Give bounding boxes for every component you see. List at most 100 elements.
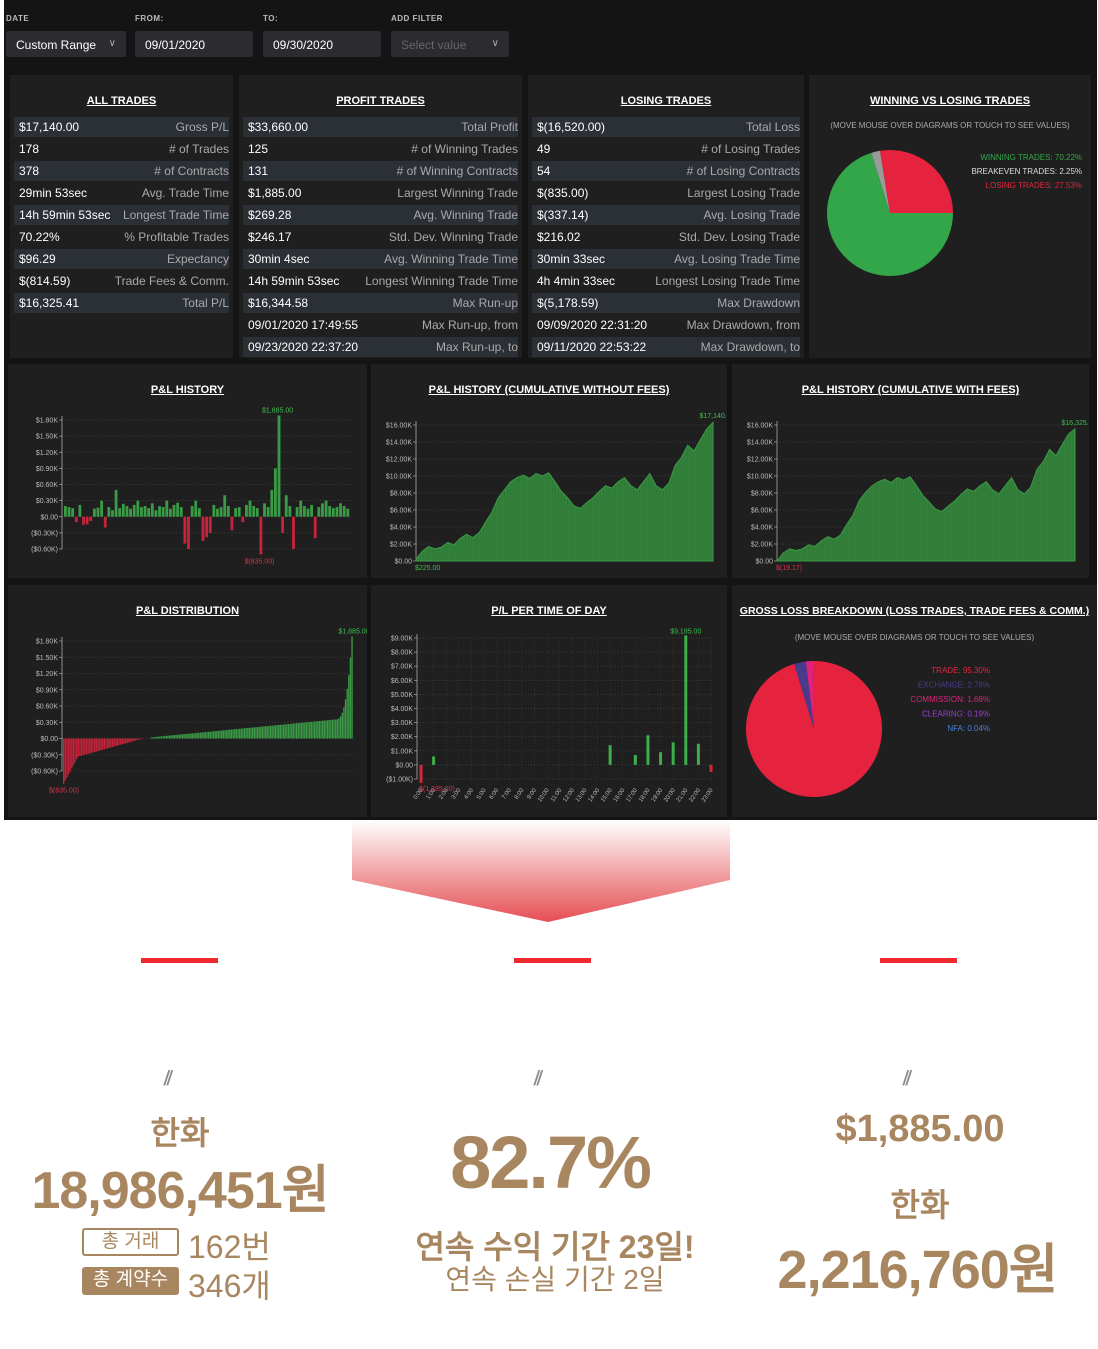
stat-value: 30min 4sec xyxy=(248,252,310,266)
bar xyxy=(154,510,158,517)
bar xyxy=(97,738,99,752)
stat-row: Max Run-up $16,344.58 xyxy=(243,293,518,313)
max-value-label: $9,185.00 xyxy=(670,628,701,635)
bar xyxy=(223,495,227,517)
bar xyxy=(132,504,136,517)
bar xyxy=(306,508,310,517)
stat-value: 4h 4min 33sec xyxy=(537,274,616,288)
bar xyxy=(237,728,239,739)
bar xyxy=(92,738,94,753)
pl-history-chart[interactable]: $1.80K $1.50K $1.20K $0.90K $0.60K $0.30K $0.0… xyxy=(8,364,367,578)
bar xyxy=(323,720,326,739)
bar xyxy=(286,724,288,739)
bar xyxy=(299,500,303,517)
to-label: TO: xyxy=(263,14,279,23)
bar xyxy=(229,729,231,739)
stat-value: $(5,178.59) xyxy=(537,296,599,310)
to-date-input[interactable]: 09/30/2020 xyxy=(263,31,381,57)
y-tick-label: $1.50K xyxy=(36,655,59,662)
y-tick-label: $1.20K xyxy=(36,671,59,678)
stat-value: 30min 33sec xyxy=(537,252,606,266)
bar xyxy=(234,508,237,517)
pl-distribution-chart[interactable]: $1.80K $1.50K $1.20K $0.90K $0.60K $0.30K $0.0… xyxy=(8,585,367,817)
legend-entry: EXCHANGE: 2.78% xyxy=(918,681,990,690)
y-tick-label: $16.00K xyxy=(386,423,412,430)
bar xyxy=(324,500,328,517)
bar xyxy=(172,504,176,517)
stat-label: Longest Trade Time xyxy=(122,208,229,222)
y-tick-label: $8.00K xyxy=(391,650,414,657)
bar xyxy=(219,507,223,517)
bar xyxy=(159,736,161,739)
y-tick-label: $14.00K xyxy=(386,440,412,447)
bar xyxy=(100,738,102,751)
bar xyxy=(312,721,314,739)
stat-row: Longest Trade Time 14h 59min 53sec xyxy=(14,205,229,225)
bar xyxy=(227,729,229,739)
bar xyxy=(107,507,111,517)
y-tick-label: $9.00K xyxy=(391,636,414,643)
bar xyxy=(80,738,83,756)
bar xyxy=(294,723,296,739)
stat-value: $(16,520.00) xyxy=(537,120,606,134)
y-tick-label: $0.30K xyxy=(36,720,59,727)
bar xyxy=(212,504,216,517)
bar xyxy=(158,506,161,517)
bar xyxy=(289,723,291,739)
bar xyxy=(208,516,212,533)
largest-krw-amount: 2,216,760원 xyxy=(777,1240,1059,1300)
bar xyxy=(284,495,288,517)
stat-label: Total P/L xyxy=(182,296,229,310)
bar xyxy=(305,722,308,739)
cum-with-fees-chart[interactable]: $16.00K $14.00K $12.00K $10.00K $8.00K $6.00K… xyxy=(732,364,1089,578)
bar xyxy=(242,728,244,739)
bar xyxy=(297,723,299,739)
bar xyxy=(419,764,423,784)
stat-label: # of Trades xyxy=(168,142,229,156)
bar xyxy=(277,415,281,517)
gross-loss-pie-chart[interactable]: TRADE: 95.30% EXCHANGE: 2.78% COMMISSION: … xyxy=(732,585,1097,817)
bar xyxy=(346,688,348,739)
y-tick-label: $5.00K xyxy=(391,692,414,699)
stat-value: $246.17 xyxy=(248,230,292,244)
bar xyxy=(248,727,251,739)
stat-value: $16,325.41 xyxy=(19,296,80,310)
stat-value: 54 xyxy=(537,164,551,178)
all-trades-title: ALL TRADES xyxy=(86,95,157,107)
stat-label: Expectancy xyxy=(166,252,229,266)
pl-time-of-day-chart[interactable]: $9.00K $8.00K $7.00K $6.00K $5.00K $4.00K $3.0… xyxy=(371,585,727,817)
y-tick-label: $0.90K xyxy=(36,466,59,473)
bar xyxy=(134,738,137,741)
add-filter-select[interactable]: Select value ∨ xyxy=(391,31,509,57)
bar xyxy=(235,729,238,739)
y-tick-label: $6.00K xyxy=(751,508,774,515)
x-tick-label: 18:00 xyxy=(638,787,652,803)
bar xyxy=(190,733,192,739)
accent-bar xyxy=(880,958,957,963)
date-range-select[interactable]: Custom Range ∨ xyxy=(6,31,126,57)
stat-label: Avg. Losing Trade Time xyxy=(674,252,800,266)
stat-label: Longest Winning Trade Time xyxy=(365,274,518,288)
bar xyxy=(295,507,299,517)
y-tick-label: $12.00K xyxy=(747,457,773,464)
bar xyxy=(90,738,93,753)
cum-no-fees-chart[interactable]: $16.00K $14.00K $12.00K $10.00K $8.00K $6.00K… xyxy=(371,364,727,578)
bar xyxy=(206,731,208,739)
bar xyxy=(106,738,109,749)
from-date-input[interactable]: 09/01/2020 xyxy=(135,31,253,57)
y-tick-label: $0.00 xyxy=(755,559,773,566)
win-loss-pie-chart[interactable]: WINNING TRADES: 70.22% BREAKEVEN TRADES: … xyxy=(809,75,1091,358)
bar xyxy=(291,723,293,739)
y-tick-label: $1.20K xyxy=(36,450,59,457)
y-tick-label: $1.80K xyxy=(36,418,59,425)
stat-label: Longest Losing Trade Time xyxy=(655,274,800,288)
slash-mark-icon: ⫽ xyxy=(534,1068,543,1090)
bar xyxy=(292,723,295,739)
bar xyxy=(129,508,132,517)
bar xyxy=(67,507,71,517)
pl-time-of-day-panel: P/L PER TIME OF DAY $9.00K $8.00K $7.00K $6… xyxy=(371,585,727,817)
end-value-label: $17,140.00 xyxy=(699,413,727,420)
largest-trade-usd: $1,885.00 xyxy=(835,1108,1005,1150)
max-value-label: $1,885.00 xyxy=(262,407,293,414)
bar xyxy=(633,755,637,765)
